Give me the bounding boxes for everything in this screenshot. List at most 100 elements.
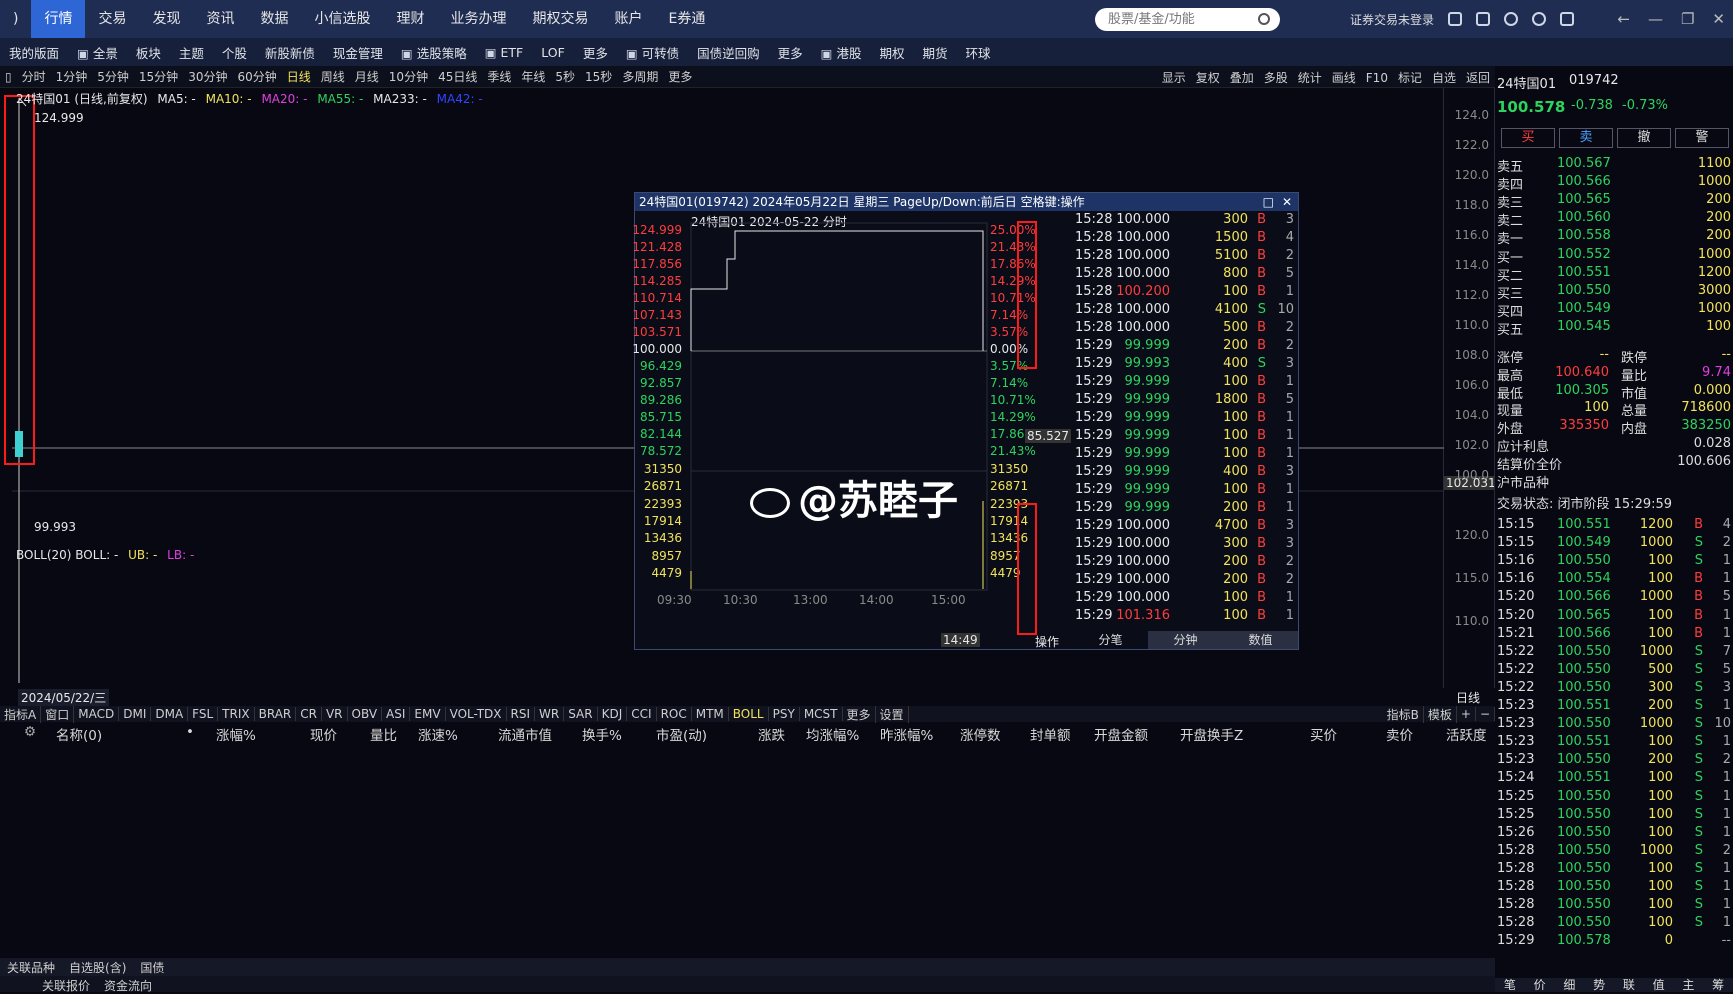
chart-tool[interactable]: 标记 <box>1393 69 1427 86</box>
bottom-tab[interactable]: 自选股(含) <box>62 959 133 976</box>
indicator-tab[interactable]: RSI <box>507 707 536 721</box>
indicator-tab[interactable]: DMA <box>151 707 189 721</box>
chart-tool[interactable]: 返回 <box>1461 69 1495 86</box>
column-header-cell[interactable]: 昨涨幅% <box>880 724 933 744</box>
action-button[interactable]: 买 <box>1501 128 1555 148</box>
toolbar-item[interactable]: 个股 <box>213 43 256 62</box>
indicator-tool[interactable]: 指标B <box>1383 705 1424 723</box>
period-tab[interactable]: 季线 <box>482 68 516 85</box>
popup-tab[interactable]: 数值 <box>1223 631 1298 649</box>
chart-tool[interactable]: 画线 <box>1327 69 1361 86</box>
nav-item[interactable]: 行情 <box>31 0 86 38</box>
indicator-tab[interactable]: DMI <box>119 707 152 721</box>
toolbar-item[interactable]: 选股策略 <box>392 43 476 62</box>
chart-tool[interactable]: 叠加 <box>1225 69 1259 86</box>
nav-item[interactable]: 小信选股 <box>301 0 383 38</box>
back-icon[interactable]: ← <box>1617 10 1630 28</box>
nav-item[interactable]: 期权交易 <box>519 0 601 38</box>
toolbar-item[interactable]: 板块 <box>127 43 170 62</box>
quote-bottom-tab[interactable]: 联 <box>1614 978 1644 992</box>
toolbar-item[interactable]: 国债逆回购 <box>688 43 769 62</box>
chart-tool[interactable]: 显示 <box>1157 69 1191 86</box>
indicator-tab[interactable]: EMV <box>410 707 446 721</box>
indicator-tab[interactable]: SAR <box>564 707 598 721</box>
maximize-icon[interactable]: □ <box>1263 193 1274 211</box>
period-tab[interactable]: 多周期 <box>617 68 663 85</box>
intraday-popup[interactable]: 24特国01(019742) 2024年05月22日 星期三 PageUp/Do… <box>632 192 1299 650</box>
nav-item[interactable]: 业务办理 <box>437 0 519 38</box>
indicator-tab[interactable]: TRIX <box>218 707 255 721</box>
period-tab[interactable]: 更多 <box>663 68 697 85</box>
nav-item[interactable]: 数据 <box>247 0 301 38</box>
period-tab[interactable]: 日线 <box>282 68 316 85</box>
nav-item[interactable]: ) <box>0 0 31 38</box>
quote-bottom-tab[interactable]: 细 <box>1555 978 1585 992</box>
toolbar-item[interactable]: 更多 <box>769 43 812 62</box>
bottom-bar-tab[interactable]: 资金流向 <box>104 977 152 994</box>
indicator-tab[interactable]: 设置 <box>876 705 909 723</box>
toolbar-item[interactable]: 新股新债 <box>256 43 324 62</box>
indicator-tab[interactable]: MACD <box>74 707 120 721</box>
nav-item[interactable]: 发现 <box>139 0 193 38</box>
quote-bottom-tab[interactable]: 价 <box>1525 978 1555 992</box>
quote-bottom-tab[interactable]: 势 <box>1584 978 1614 992</box>
nav-item[interactable]: 交易 <box>85 0 139 38</box>
indicator-tab[interactable]: MCST <box>800 707 843 721</box>
column-header-cell[interactable]: 活跃度 <box>1446 724 1487 744</box>
quote-bottom-tab[interactable]: 值 <box>1644 978 1674 992</box>
toolbar-item[interactable]: 环球 <box>957 43 1000 62</box>
search-icon[interactable] <box>1258 13 1270 25</box>
chart-tool[interactable]: 自选 <box>1427 69 1461 86</box>
operation-label[interactable]: 操作 <box>1035 633 1059 650</box>
action-button[interactable]: 警 <box>1675 128 1729 148</box>
period-tab[interactable]: 5分钟 <box>92 68 134 85</box>
column-header-cell[interactable]: 涨跌 <box>758 724 785 744</box>
toolbar-item[interactable]: 现金管理 <box>324 43 392 62</box>
indicator-tab[interactable]: VOL-TDX <box>446 707 507 721</box>
toolbar-item[interactable]: 港股 <box>812 43 871 62</box>
column-header-cell[interactable]: 涨幅% <box>216 724 256 744</box>
indicator-tab[interactable]: OBV <box>348 707 383 721</box>
period-tab[interactable]: 月线 <box>350 68 384 85</box>
gear-icon[interactable]: ⚙ <box>24 724 36 740</box>
indicator-tab[interactable]: KDJ <box>598 707 628 721</box>
indicator-tab[interactable]: ROC <box>657 707 692 721</box>
toolbar-item[interactable]: 期权 <box>870 43 913 62</box>
column-header-cell[interactable]: 市盈(动) <box>656 724 707 744</box>
minimize-icon[interactable]: — <box>1648 10 1663 28</box>
column-header-cell[interactable]: 流通市值 <box>498 724 552 744</box>
column-header-cell[interactable]: 换手% <box>582 724 622 744</box>
toolbar-item[interactable]: 可转债 <box>617 43 688 62</box>
indicator-tab[interactable]: WR <box>535 707 565 721</box>
toolbar-item[interactable]: ETF <box>476 45 533 60</box>
bottom-tab[interactable]: 国债 <box>133 959 171 976</box>
notes-icon[interactable] <box>1476 12 1491 26</box>
layers-icon[interactable] <box>1448 12 1463 26</box>
action-button[interactable]: 卖 <box>1559 128 1613 148</box>
column-header-cell[interactable]: • <box>186 724 194 740</box>
bottom-bar-tab[interactable]: 关联报价 <box>42 977 90 994</box>
popup-close-icon[interactable]: ✕ <box>1282 193 1292 211</box>
indicator-tab[interactable]: 窗口 <box>41 705 75 723</box>
login-status[interactable]: 证券交易未登录 <box>1350 11 1434 28</box>
column-header-cell[interactable]: 买价 <box>1310 724 1337 744</box>
period-tab[interactable]: 分时 <box>17 68 51 85</box>
period-tab[interactable]: 1分钟 <box>51 68 93 85</box>
column-header-cell[interactable]: 量比 <box>370 724 397 744</box>
headset-icon[interactable] <box>1532 12 1547 26</box>
nav-item[interactable]: 理财 <box>383 0 437 38</box>
layout-icon[interactable]: ▯ <box>0 70 17 84</box>
column-header-cell[interactable]: 开盘金额 <box>1094 724 1148 744</box>
nav-item[interactable]: 资讯 <box>193 0 247 38</box>
toolbar-item[interactable]: 主题 <box>170 43 213 62</box>
period-tab[interactable]: 10分钟 <box>384 68 433 85</box>
gear-icon[interactable] <box>1504 12 1519 26</box>
column-header-cell[interactable]: 开盘换手Z <box>1180 724 1243 744</box>
period-tab[interactable]: 5秒 <box>550 68 580 85</box>
popup-tab[interactable]: 分笔 <box>1073 631 1148 649</box>
column-header-cell[interactable]: 封单额 <box>1030 724 1071 744</box>
quote-bottom-tab[interactable]: 笔 <box>1495 978 1525 992</box>
indicator-tool[interactable]: 模板 <box>1424 705 1457 723</box>
column-header-cell[interactable]: 涨停数 <box>960 724 1001 744</box>
toolbar-item[interactable]: 全景 <box>68 43 127 62</box>
